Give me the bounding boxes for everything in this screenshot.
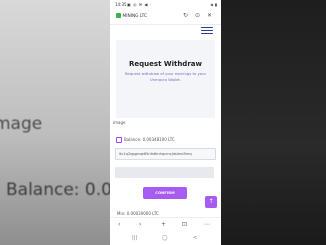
- wallet-address-field[interactable]: ltc1q2qpgnqe65nfs6mhqcmcjdslmd5mq: [115, 148, 216, 160]
- recent-apps-icon[interactable]: |||: [132, 235, 137, 241]
- site-identity[interactable]: MINING LTC: [116, 13, 147, 19]
- min-withdraw-label: Min: 0.00030000 LTC: [117, 211, 159, 216]
- background-left-blur: mage Balance: 0.0: [0, 0, 110, 245]
- balance-label: Balance: 0.00348100 LTC: [124, 137, 175, 142]
- home-icon[interactable]: ◯: [162, 235, 168, 241]
- background-balance-text: Balance: 0.0: [6, 180, 110, 200]
- phone-screen: 14:35 ▣ ◎ ✉ ◀ · ◈ ▮ MINING LTC ↻ ⊙ ✕ Req…: [110, 0, 221, 245]
- confirm-withdraw-button[interactable]: CONFIRM WITHDRAW: [143, 187, 187, 207]
- page-subtitle: Request withdraw of your earnings to you…: [124, 71, 207, 82]
- site-shield-icon: [116, 13, 121, 18]
- background-image-text: mage: [0, 114, 43, 134]
- hero-section: Request Withdraw Request withdraw of you…: [116, 40, 215, 118]
- system-back-icon[interactable]: <: [193, 235, 197, 241]
- new-tab-icon[interactable]: +: [161, 221, 166, 228]
- close-icon[interactable]: ✕: [207, 12, 212, 19]
- forward-arrow-icon[interactable]: ›: [139, 221, 141, 228]
- site-title: MINING LTC: [122, 14, 148, 19]
- back-arrow-icon[interactable]: ‹: [118, 221, 120, 228]
- wallet-icon: [116, 137, 122, 143]
- browser-toolbar: MINING LTC ↻ ⊙ ✕: [110, 9, 221, 25]
- status-bar: 14:35 ▣ ◎ ✉ ◀ · ◈ ▮: [110, 0, 221, 9]
- balance-row: Balance: 0.00348100 LTC: [116, 137, 175, 143]
- arrow-up-icon: ↑: [208, 198, 214, 205]
- broken-image-alt: image: [113, 120, 126, 125]
- menu-dots-icon[interactable]: ⋯: [204, 221, 210, 228]
- hamburger-menu-icon[interactable]: [201, 27, 213, 35]
- share-icon[interactable]: ⊙: [195, 12, 200, 19]
- browser-bottom-nav: ‹ › + ⊡ ⋯ ||| ◯ <: [110, 217, 221, 245]
- amount-field[interactable]: [115, 167, 214, 178]
- scroll-top-button[interactable]: ↑: [205, 196, 217, 208]
- tabs-icon[interactable]: ⊡: [182, 221, 187, 228]
- background-right-blur: [221, 0, 326, 245]
- status-time: 14:35: [115, 2, 127, 7]
- notification-icons: ▣ ◎ ✉ ◀ ·: [127, 2, 152, 7]
- signal-battery-icons: ◈ ▮: [210, 2, 217, 7]
- page-title: Request Withdraw: [129, 60, 202, 68]
- reload-icon[interactable]: ↻: [183, 12, 188, 19]
